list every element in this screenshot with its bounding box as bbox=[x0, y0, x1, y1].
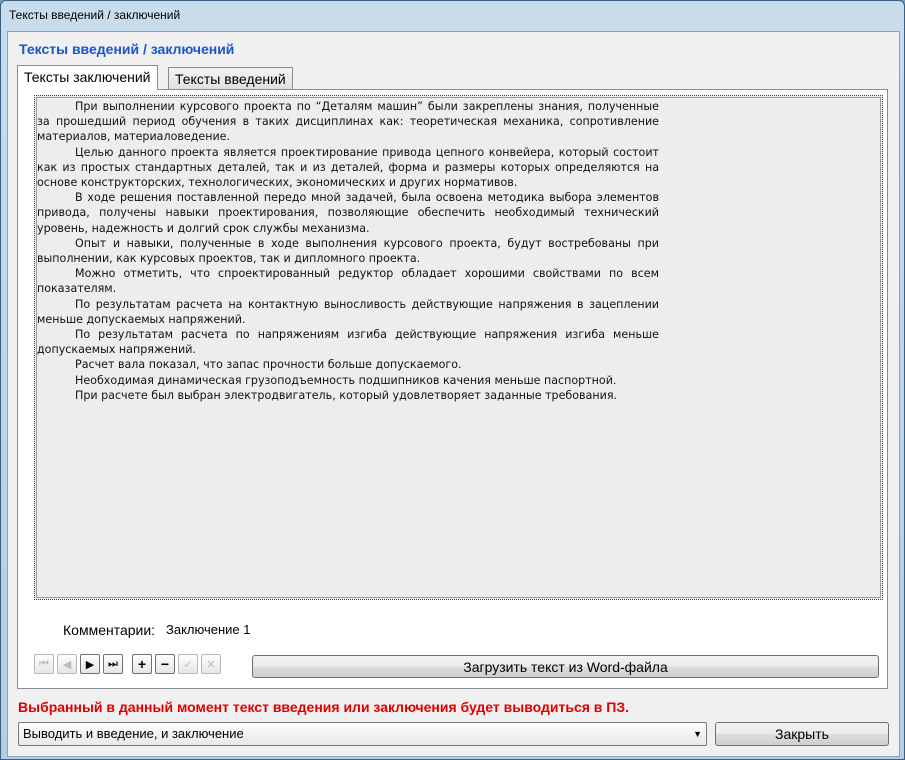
paragraph: По результатам расчета на контактную вын… bbox=[37, 297, 659, 326]
tab-panel: При выполнении курсового проекта по “Дет… bbox=[17, 89, 888, 689]
output-mode-select[interactable]: Выводить и введение, и заключение ▼ bbox=[18, 722, 707, 746]
app-window: Тексты введений / заключений Тексты введ… bbox=[0, 0, 905, 760]
tab-conclusions[interactable]: Тексты заключений bbox=[17, 65, 158, 90]
paragraph: По результатам расчета по напряжениям из… bbox=[37, 328, 659, 357]
paragraph: Опыт и навыки, полученные в ходе выполне… bbox=[37, 236, 659, 266]
text-editor[interactable]: При выполнении курсового проекта по “Дет… bbox=[34, 95, 883, 600]
paragraph: При расчете был выбран электродвигатель,… bbox=[75, 388, 618, 402]
paragraph: Расчет вала показал, что запас прочности… bbox=[75, 358, 462, 372]
load-word-button[interactable]: Загрузить текст из Word-файла bbox=[252, 655, 879, 678]
cancel-edit-icon[interactable]: ✕ bbox=[201, 654, 221, 674]
delete-record-icon[interactable]: − bbox=[155, 654, 175, 674]
title-bar[interactable]: Тексты введений / заключений bbox=[1, 1, 904, 31]
comment-label: Комментарии: bbox=[63, 622, 156, 638]
prior-record-icon[interactable]: ◀ bbox=[57, 654, 77, 674]
editor-text: При выполнении курсового проекта по “Дет… bbox=[37, 99, 659, 403]
tab-introductions[interactable]: Тексты введений bbox=[168, 67, 293, 89]
record-navigator: ⏮ ◀ ▶ ⏭ + − ✓ ✕ bbox=[34, 654, 221, 677]
comment-value: Заключение 1 bbox=[166, 622, 251, 637]
paragraph: Необходимая динамическая грузоподъемност… bbox=[75, 373, 617, 387]
page-title: Тексты введений / заключений bbox=[19, 41, 235, 57]
paragraph: Можно отметить, что спроектированный ред… bbox=[37, 267, 659, 296]
paragraph: В ходе решения поставленной передо мной … bbox=[37, 191, 659, 235]
next-record-icon[interactable]: ▶ bbox=[80, 654, 100, 674]
output-mode-value: Выводить и введение, и заключение bbox=[23, 726, 244, 741]
first-record-icon[interactable]: ⏮ bbox=[34, 654, 54, 674]
last-record-icon[interactable]: ⏭ bbox=[103, 654, 123, 674]
close-button[interactable]: Закрыть bbox=[715, 722, 889, 746]
dropdown-arrow-icon[interactable]: ▼ bbox=[693, 723, 702, 745]
dialog-body: Тексты введений / заключений Тексты закл… bbox=[7, 31, 900, 757]
paragraph: Целью данного проекта является проектиро… bbox=[37, 145, 659, 190]
insert-record-icon[interactable]: + bbox=[132, 654, 152, 674]
warning-text: Выбранный в данный момент текст введения… bbox=[18, 699, 630, 715]
post-edit-icon[interactable]: ✓ bbox=[178, 654, 198, 674]
window-title: Тексты введений / заключений bbox=[9, 8, 181, 22]
paragraph: При выполнении курсового проекта по “Дет… bbox=[37, 100, 659, 144]
